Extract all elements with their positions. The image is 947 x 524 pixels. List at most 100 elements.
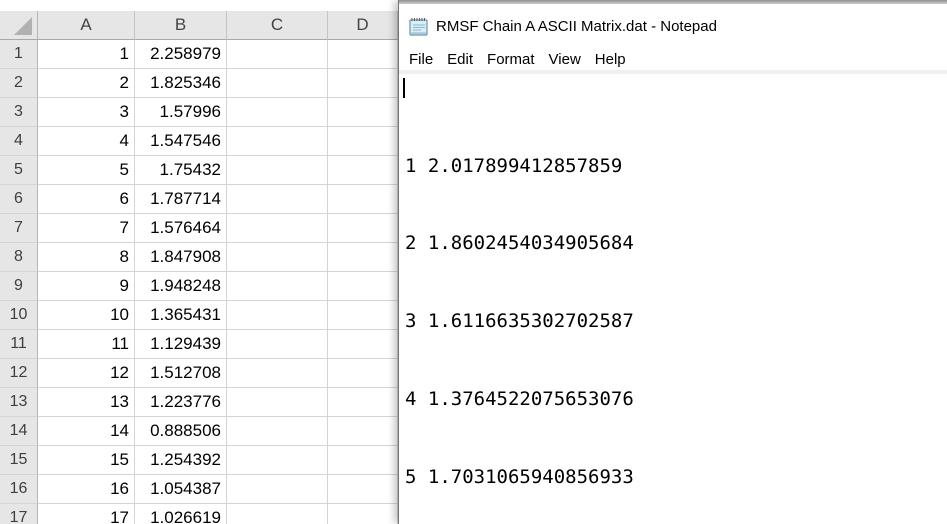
column-header-a[interactable]: A (38, 11, 135, 40)
column-header-d[interactable]: D (328, 11, 398, 40)
cell-a5[interactable]: 5 (38, 156, 135, 185)
sheet-row: 14140.888506 (0, 417, 420, 446)
cell-c15[interactable] (227, 446, 328, 475)
row-header-17[interactable]: 17 (0, 504, 38, 524)
cell-d9[interactable] (328, 272, 398, 301)
cell-d2[interactable] (328, 69, 398, 98)
cell-d7[interactable] (328, 214, 398, 243)
cell-b2[interactable]: 1.825346 (135, 69, 227, 98)
cell-d10[interactable] (328, 301, 398, 330)
cell-a11[interactable]: 11 (38, 330, 135, 359)
menu-view[interactable]: View (542, 48, 588, 70)
cell-d13[interactable] (328, 388, 398, 417)
cell-d14[interactable] (328, 417, 398, 446)
row-header-15[interactable]: 15 (0, 446, 38, 475)
row-header-5[interactable]: 5 (0, 156, 38, 185)
cell-b14[interactable]: 0.888506 (135, 417, 227, 446)
cell-a2[interactable]: 2 (38, 69, 135, 98)
row-header-13[interactable]: 13 (0, 388, 38, 417)
row-header-14[interactable]: 14 (0, 417, 38, 446)
cell-c1[interactable] (227, 40, 328, 69)
row-header-1[interactable]: 1 (0, 40, 38, 69)
menu-file[interactable]: File (402, 48, 440, 70)
cell-b13[interactable]: 1.223776 (135, 388, 227, 417)
column-header-b[interactable]: B (135, 11, 227, 40)
cell-c10[interactable] (227, 301, 328, 330)
cell-a12[interactable]: 12 (38, 359, 135, 388)
cell-b4[interactable]: 1.547546 (135, 127, 227, 156)
cell-c5[interactable] (227, 156, 328, 185)
row-header-9[interactable]: 9 (0, 272, 38, 301)
cell-d17[interactable] (328, 504, 398, 524)
row-header-10[interactable]: 10 (0, 301, 38, 330)
cell-a16[interactable]: 16 (38, 475, 135, 504)
cell-c7[interactable] (227, 214, 328, 243)
cell-d8[interactable] (328, 243, 398, 272)
cell-b8[interactable]: 1.847908 (135, 243, 227, 272)
cell-d3[interactable] (328, 98, 398, 127)
row-header-16[interactable]: 16 (0, 475, 38, 504)
column-header-row: A B C D (0, 11, 420, 40)
notepad-text-area[interactable]: 1 2.017899412857859 2 1.8602454034905684… (399, 74, 947, 524)
cell-b3[interactable]: 1.57996 (135, 98, 227, 127)
cell-b1[interactable]: 2.258979 (135, 40, 227, 69)
row-header-8[interactable]: 8 (0, 243, 38, 272)
cell-a4[interactable]: 4 (38, 127, 135, 156)
cell-c13[interactable] (227, 388, 328, 417)
cell-d15[interactable] (328, 446, 398, 475)
cell-a13[interactable]: 13 (38, 388, 135, 417)
cell-a14[interactable]: 14 (38, 417, 135, 446)
select-all-button[interactable] (0, 11, 38, 40)
cell-c12[interactable] (227, 359, 328, 388)
menu-help[interactable]: Help (588, 48, 633, 70)
cell-a9[interactable]: 9 (38, 272, 135, 301)
cell-c17[interactable] (227, 504, 328, 524)
cell-a15[interactable]: 15 (38, 446, 135, 475)
cell-b7[interactable]: 1.576464 (135, 214, 227, 243)
cell-c8[interactable] (227, 243, 328, 272)
column-header-c[interactable]: C (227, 11, 328, 40)
cell-c16[interactable] (227, 475, 328, 504)
cell-c6[interactable] (227, 185, 328, 214)
cell-b5[interactable]: 1.75432 (135, 156, 227, 185)
row-header-3[interactable]: 3 (0, 98, 38, 127)
row-header-12[interactable]: 12 (0, 359, 38, 388)
text-line: 5 1.7031065940856933 (405, 465, 947, 491)
cell-b16[interactable]: 1.054387 (135, 475, 227, 504)
cell-d6[interactable] (328, 185, 398, 214)
cell-b10[interactable]: 1.365431 (135, 301, 227, 330)
cell-d11[interactable] (328, 330, 398, 359)
menu-edit[interactable]: Edit (440, 48, 480, 70)
cell-d5[interactable] (328, 156, 398, 185)
cell-d12[interactable] (328, 359, 398, 388)
cell-b6[interactable]: 1.787714 (135, 185, 227, 214)
cell-a8[interactable]: 8 (38, 243, 135, 272)
cell-a17[interactable]: 17 (38, 504, 135, 524)
cell-d16[interactable] (328, 475, 398, 504)
cell-c11[interactable] (227, 330, 328, 359)
row-header-6[interactable]: 6 (0, 185, 38, 214)
menu-format[interactable]: Format (480, 48, 542, 70)
cell-d1[interactable] (328, 40, 398, 69)
cell-a3[interactable]: 3 (38, 98, 135, 127)
notepad-titlebar[interactable]: RMSF Chain A ASCII Matrix.dat - Notepad (399, 4, 947, 48)
cell-d4[interactable] (328, 127, 398, 156)
cell-a6[interactable]: 6 (38, 185, 135, 214)
cell-a1[interactable]: 1 (38, 40, 135, 69)
cell-b17[interactable]: 1.026619 (135, 504, 227, 524)
cell-b12[interactable]: 1.512708 (135, 359, 227, 388)
row-header-4[interactable]: 4 (0, 127, 38, 156)
cell-a7[interactable]: 7 (38, 214, 135, 243)
cell-b15[interactable]: 1.254392 (135, 446, 227, 475)
row-header-11[interactable]: 11 (0, 330, 38, 359)
row-header-7[interactable]: 7 (0, 214, 38, 243)
row-header-2[interactable]: 2 (0, 69, 38, 98)
cell-c14[interactable] (227, 417, 328, 446)
cell-c9[interactable] (227, 272, 328, 301)
cell-c2[interactable] (227, 69, 328, 98)
cell-b9[interactable]: 1.948248 (135, 272, 227, 301)
cell-c3[interactable] (227, 98, 328, 127)
cell-b11[interactable]: 1.129439 (135, 330, 227, 359)
cell-c4[interactable] (227, 127, 328, 156)
cell-a10[interactable]: 10 (38, 301, 135, 330)
